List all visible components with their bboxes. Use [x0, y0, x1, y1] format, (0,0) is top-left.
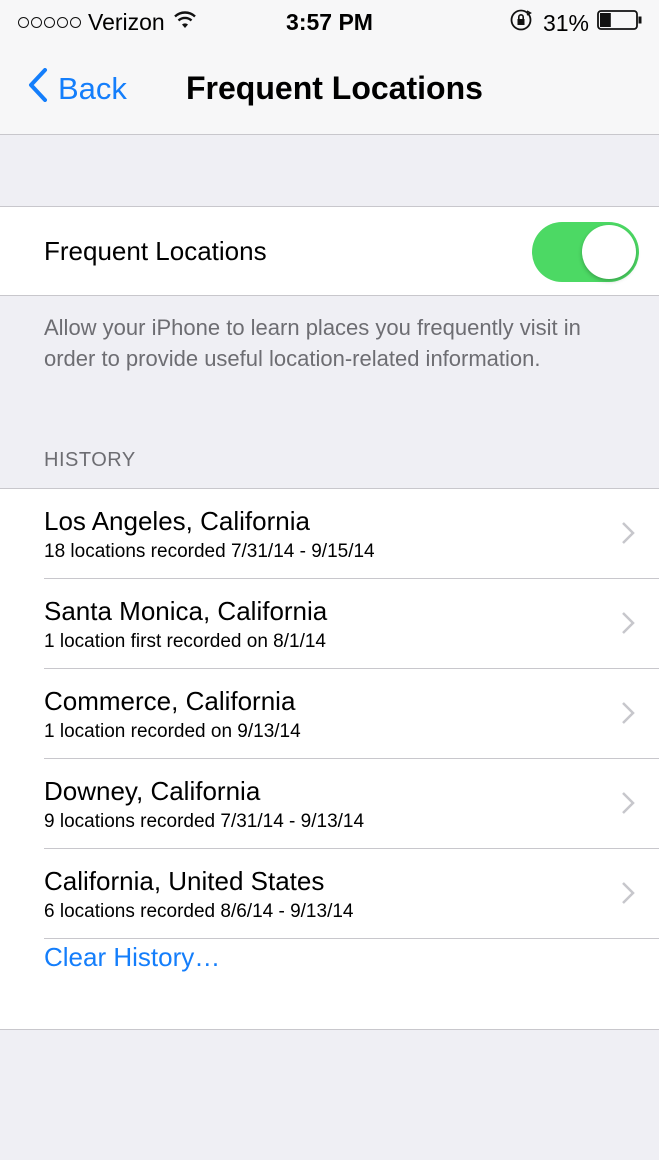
status-bar: Verizon 3:57 PM 31%	[0, 0, 659, 44]
location-subtitle: 1 location recorded on 9/13/14	[44, 721, 301, 742]
chevron-right-icon	[621, 881, 635, 910]
chevron-right-icon	[621, 791, 635, 820]
location-subtitle: 1 location first recorded on 8/1/14	[44, 631, 327, 652]
chevron-left-icon	[28, 68, 48, 110]
frequent-locations-setting: Frequent Locations	[0, 206, 659, 296]
list-item[interactable]: Santa Monica, California 1 location firs…	[0, 579, 659, 669]
location-subtitle: 6 locations recorded 8/6/14 - 9/13/14	[44, 901, 354, 922]
chevron-right-icon	[621, 521, 635, 550]
location-title: Commerce, California	[44, 686, 296, 716]
list-item[interactable]: Downey, California 9 locations recorded …	[0, 759, 659, 849]
toggle-knob	[582, 225, 636, 279]
location-title: Los Angeles, California	[44, 506, 310, 536]
history-list: Los Angeles, California 18 locations rec…	[0, 488, 659, 1030]
location-title: Santa Monica, California	[44, 596, 328, 626]
toggle-label: Frequent Locations	[44, 236, 267, 266]
back-button[interactable]: Back	[28, 68, 127, 110]
row-divider	[44, 938, 659, 939]
rotation-lock-icon	[509, 8, 533, 38]
frequent-locations-toggle[interactable]	[532, 222, 639, 282]
history-section-header: HISTORY	[44, 449, 136, 471]
back-label: Back	[58, 71, 127, 106]
chevron-right-icon	[621, 611, 635, 640]
location-title: California, United States	[44, 866, 325, 896]
location-subtitle: 9 locations recorded 7/31/14 - 9/13/14	[44, 811, 365, 832]
location-title: Downey, California	[44, 776, 261, 806]
chevron-right-icon	[621, 701, 635, 730]
list-item[interactable]: Commerce, California 1 location recorded…	[0, 669, 659, 759]
location-subtitle: 18 locations recorded 7/31/14 - 9/15/14	[44, 541, 375, 562]
battery-icon	[597, 9, 643, 37]
battery-percent: 31%	[542, 9, 589, 36]
page-title: Frequent Locations	[186, 70, 483, 106]
list-item[interactable]: Los Angeles, California 18 locations rec…	[0, 489, 659, 579]
status-right: 31%	[509, 8, 643, 38]
setting-description: Allow your iPhone to learn places you fr…	[44, 315, 581, 371]
list-item[interactable]: California, United States 6 locations re…	[0, 849, 659, 939]
nav-bar: Back Frequent Locations	[0, 44, 659, 135]
clear-history-button[interactable]: Clear History…	[44, 942, 220, 973]
